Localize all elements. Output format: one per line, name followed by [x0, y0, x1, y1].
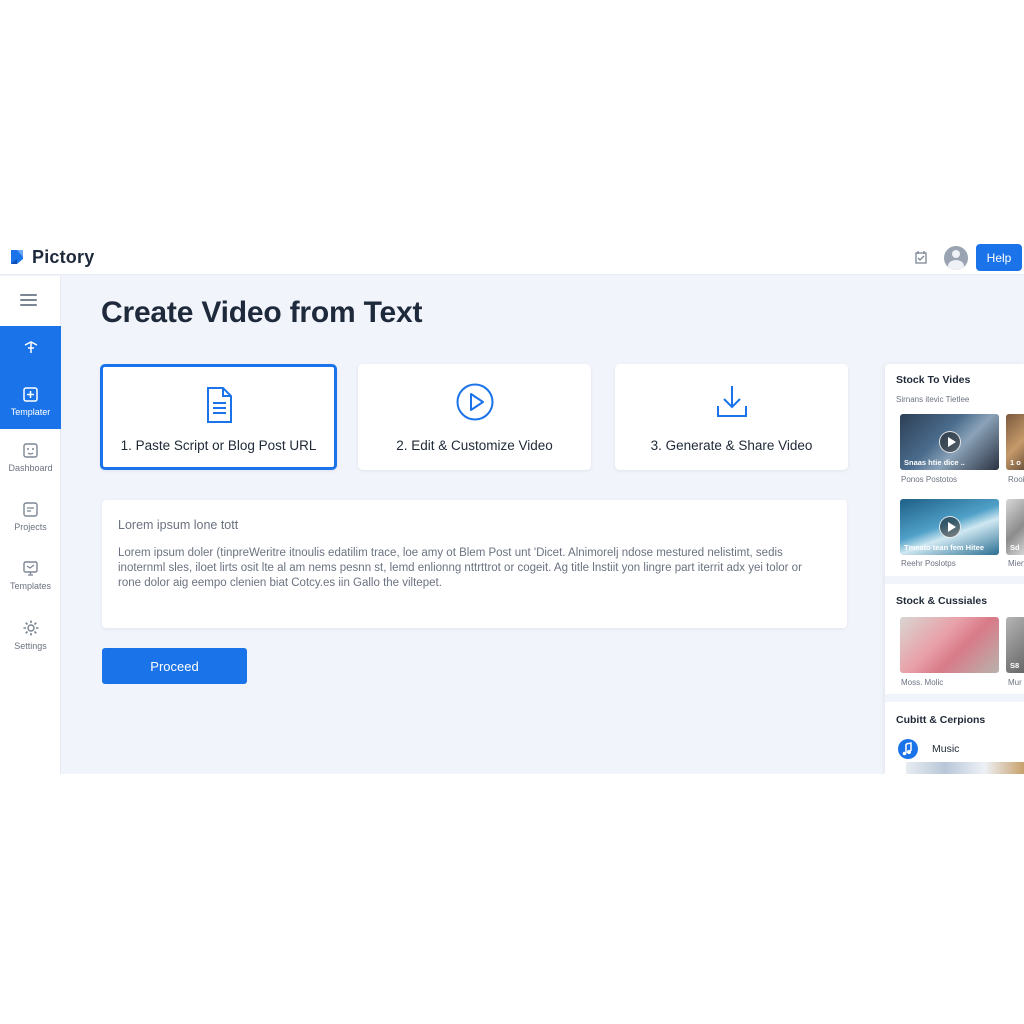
user-avatar[interactable] — [944, 245, 968, 270]
video-thumbnail[interactable]: Snaas htie dice .. — [900, 414, 999, 470]
help-button[interactable]: Help — [976, 244, 1022, 271]
sidebar-item-label: Dashboard — [8, 463, 53, 473]
thumbnail-caption: S8 — [1010, 661, 1020, 670]
hamburger-menu-icon[interactable] — [20, 294, 37, 306]
thumbnail-caption: Snaas htie dice .. — [904, 458, 965, 467]
thumbnail-caption: 1 o — [1010, 458, 1021, 467]
app-window: Pictory Help Templater Dashboard Project… — [0, 240, 1024, 774]
play-icon — [938, 516, 961, 538]
text-area-line: rone dolor aig eempo clenien biat Cotcy.… — [118, 577, 442, 589]
video-thumbnail[interactable] — [900, 617, 999, 673]
script-text-area[interactable]: Lorem ipsum lone tott Lorem ipsum doler … — [102, 500, 847, 628]
step-card-generate-share[interactable]: 3. Generate & Share Video — [615, 364, 848, 470]
section-divider — [885, 576, 1024, 584]
section-title: Cubitt & Cerpions — [896, 714, 986, 726]
play-circle-icon — [456, 383, 493, 421]
thumbnail-label: Rooi — [1008, 475, 1024, 484]
music-note-icon — [898, 739, 918, 759]
step-label: 1. Paste Script or Blog Post URL — [120, 438, 317, 453]
thumbnail-label: Moss. Molic — [901, 678, 944, 687]
section-title: Stock To Vides — [896, 374, 971, 386]
sidebar: Templater Dashboard Projects Templates S… — [0, 276, 61, 774]
gear-icon — [23, 620, 38, 636]
thumbnail-label: Reehr Poslotps — [901, 559, 956, 568]
sidebar-item-templater[interactable]: Templater — [0, 386, 61, 417]
sidebar-item-label: Templates — [9, 581, 52, 591]
sidebar-item-pin[interactable] — [0, 338, 61, 356]
sidebar-item-settings[interactable]: Settings — [0, 619, 61, 651]
video-thumbnail[interactable]: Tmeato tean fem Hitee — [900, 499, 999, 555]
section-subtitle: Sirnans itevic Tietlee — [896, 395, 970, 404]
pictory-logo-icon — [11, 250, 23, 264]
sidebar-item-label: Settings — [14, 641, 47, 651]
text-area-title: Lorem ipsum lone tott — [118, 518, 239, 532]
page-title: Create Video from Text — [101, 296, 423, 329]
sidebar-item-label: Projects — [14, 522, 47, 532]
projects-icon — [23, 502, 38, 517]
video-thumbnail-partial[interactable]: S8 — [1006, 617, 1024, 673]
notifications-icon[interactable] — [910, 247, 932, 269]
download-icon — [716, 386, 747, 417]
thumbnail-label: Mur — [1008, 678, 1022, 687]
music-preview-strip — [906, 762, 1024, 774]
music-label[interactable]: Music — [932, 743, 959, 755]
section-divider — [885, 694, 1024, 702]
top-header: Pictory Help — [0, 240, 1024, 275]
sidebar-item-projects[interactable]: Projects — [0, 501, 61, 532]
add-template-icon — [23, 387, 38, 402]
sidebar-item-templates[interactable]: Templates — [0, 560, 61, 591]
proceed-button[interactable]: Proceed — [102, 648, 247, 684]
step-card-paste-script[interactable]: 1. Paste Script or Blog Post URL — [100, 364, 337, 470]
sidebar-item-label: Templater — [10, 407, 51, 417]
pin-icon — [24, 341, 37, 353]
media-panel: Stock To Vides Sirnans itevic Tietlee Sn… — [885, 364, 1024, 774]
sidebar-item-dashboard[interactable]: Dashboard — [0, 442, 61, 473]
dashboard-icon — [23, 443, 38, 458]
thumbnail-caption: Tmeato tean fem Hitee — [904, 543, 985, 552]
thumbnail-label: Mien — [1008, 559, 1024, 568]
step-label: 2. Edit & Customize Video — [396, 438, 553, 453]
section-title: Stock & Cussiales — [896, 595, 988, 607]
step-label: 3. Generate & Share Video — [650, 438, 813, 453]
text-area-line: inoternml sles, iloet lirts osit lte al … — [118, 562, 802, 574]
app-logo[interactable]: Pictory — [8, 247, 94, 268]
app-name: Pictory — [32, 246, 95, 267]
templates-icon — [23, 561, 38, 576]
play-icon — [938, 431, 961, 453]
thumbnail-caption: Sd — [1010, 543, 1020, 552]
thumbnail-label: Ponos Postotos — [901, 475, 958, 484]
document-icon — [206, 387, 232, 423]
video-thumbnail-partial[interactable]: Sd — [1006, 499, 1024, 555]
video-thumbnail-partial[interactable]: 1 o — [1006, 414, 1024, 470]
step-card-edit-customize[interactable]: 2. Edit & Customize Video — [358, 364, 591, 470]
text-area-body[interactable]: Lorem ipsum doler (tinpreWeritre itnouli… — [118, 546, 831, 591]
text-area-line: Lorem ipsum doler (tinpreWeritre itnouli… — [118, 547, 783, 559]
